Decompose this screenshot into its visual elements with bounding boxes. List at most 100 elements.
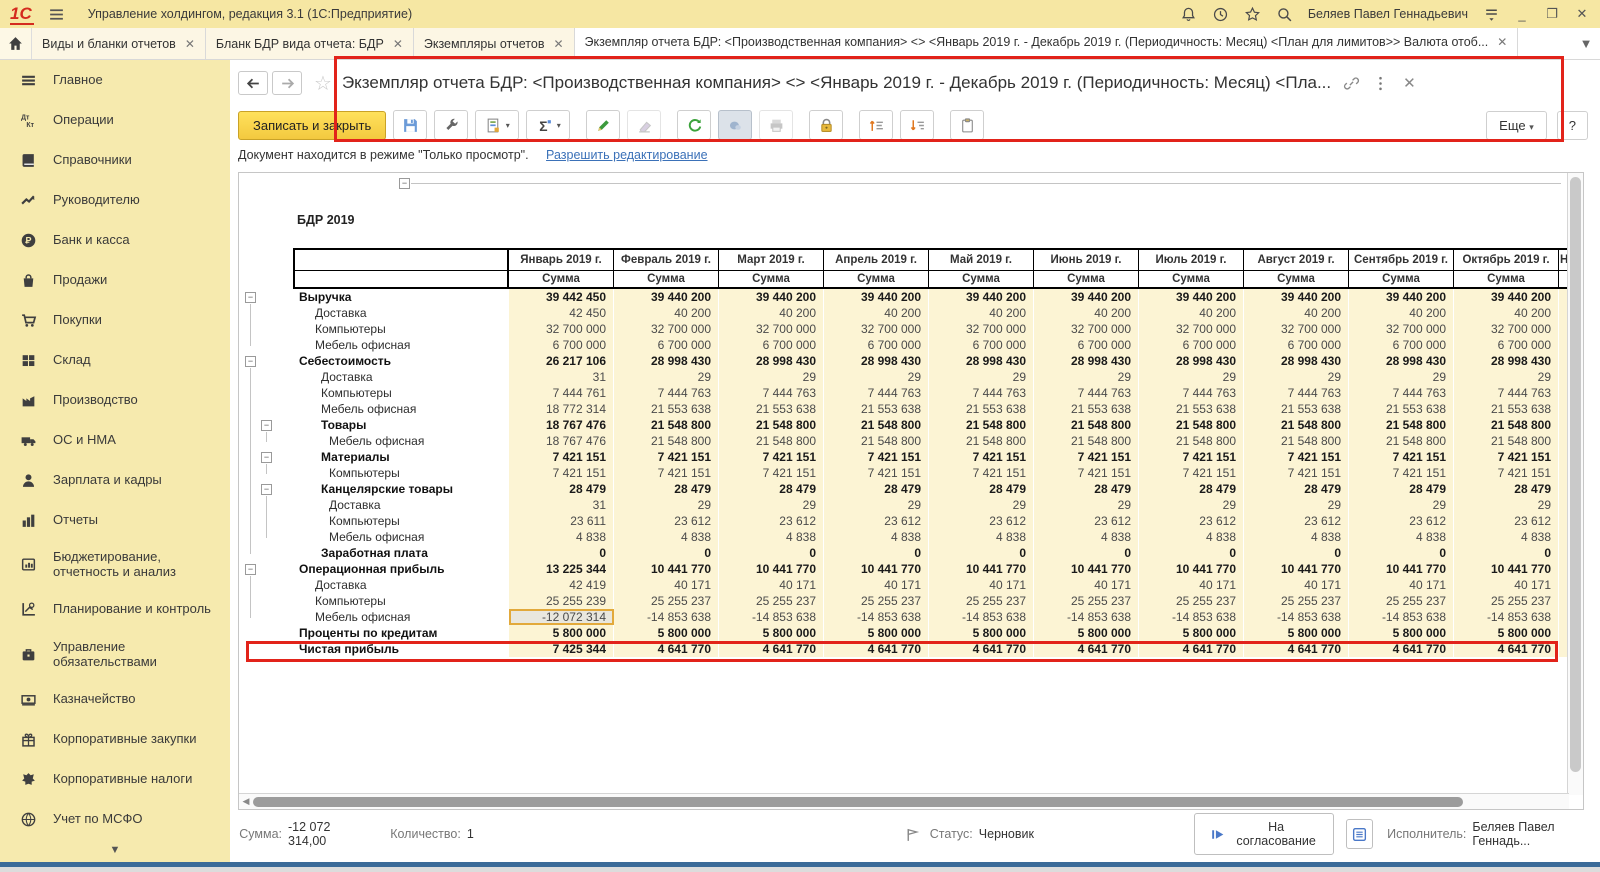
value-cell[interactable]: 7 421 151 xyxy=(509,449,614,465)
table-row[interactable]: Компьютеры23 61123 61223 61223 61223 612… xyxy=(293,513,1569,529)
value-cell[interactable]: 5 800 000 xyxy=(1349,625,1454,641)
value-cell[interactable]: 40 171 xyxy=(614,577,719,593)
value-cell[interactable]: 6 700 000 xyxy=(614,337,719,353)
value-cell[interactable]: 29 xyxy=(719,497,824,513)
more-dots-icon[interactable] xyxy=(1372,75,1389,92)
more-button[interactable]: Еще ▾ xyxy=(1486,111,1547,140)
value-cell[interactable]: -14 853 638 xyxy=(1349,609,1454,625)
value-cell[interactable]: 23 612 xyxy=(929,513,1034,529)
value-cell[interactable]: 29 xyxy=(1349,497,1454,513)
value-cell[interactable]: 4 641 770 xyxy=(824,641,929,657)
value-cell[interactable]: 7 421 151 xyxy=(1349,465,1454,481)
value-cell[interactable]: -14 853 638 xyxy=(824,609,929,625)
value-cell[interactable]: 10 441 770 xyxy=(1349,561,1454,577)
column-header-month[interactable]: Август 2019 г. xyxy=(1244,248,1349,271)
value-cell[interactable]: 40 200 xyxy=(719,305,824,321)
value-cell[interactable]: 28 479 xyxy=(1454,481,1559,497)
clear-button[interactable] xyxy=(627,110,661,140)
value-cell[interactable]: 21 548 800 xyxy=(1454,433,1559,449)
value-cell[interactable]: 29 xyxy=(1034,497,1139,513)
value-cell[interactable]: 4 838 xyxy=(1454,529,1559,545)
horizontal-scrollbar-thumb[interactable] xyxy=(253,797,1463,807)
value-cell[interactable]: 29 xyxy=(614,369,719,385)
table-row[interactable]: Компьютеры7 421 1517 421 1517 421 1517 4… xyxy=(293,465,1569,481)
value-cell[interactable]: 10 441 770 xyxy=(1034,561,1139,577)
table-row[interactable]: Мебель офисная18 767 47621 548 80021 548… xyxy=(293,433,1569,449)
document-close-icon[interactable]: ✕ xyxy=(1403,74,1430,92)
value-cell[interactable]: 29 xyxy=(719,369,824,385)
value-cell[interactable]: 10 441 770 xyxy=(614,561,719,577)
value-cell[interactable]: 40 171 xyxy=(1454,577,1559,593)
value-cell[interactable]: 39 440 200 xyxy=(614,289,719,305)
sidebar-item-главное[interactable]: Главное xyxy=(0,60,230,100)
value-cell[interactable]: 0 xyxy=(929,545,1034,561)
value-cell[interactable]: 21 548 800 xyxy=(719,417,824,433)
value-cell[interactable]: 25 255 237 xyxy=(614,593,719,609)
value-cell[interactable]: 7 421 151 xyxy=(719,449,824,465)
value-cell[interactable]: 4 838 xyxy=(509,529,614,545)
row-group-expander[interactable]: − xyxy=(261,484,272,495)
value-cell[interactable]: 6 700 000 xyxy=(1244,337,1349,353)
value-cell[interactable]: 39 440 200 xyxy=(1244,289,1349,305)
value-cell[interactable]: 28 479 xyxy=(1139,481,1244,497)
value-cell[interactable]: 10 441 770 xyxy=(929,561,1034,577)
sidebar-item-покупки[interactable]: Покупки xyxy=(0,300,230,340)
tasks-list-button[interactable] xyxy=(1346,819,1373,849)
tab-1[interactable]: Виды и бланки отчетов✕ xyxy=(32,28,206,59)
value-cell[interactable]: 40 200 xyxy=(1034,305,1139,321)
value-cell[interactable]: 25 255 239 xyxy=(509,593,614,609)
value-cell[interactable]: 23 612 xyxy=(719,513,824,529)
value-cell[interactable]: 7 444 763 xyxy=(929,385,1034,401)
value-cell[interactable]: 29 xyxy=(1139,497,1244,513)
value-cell[interactable]: 0 xyxy=(1034,545,1139,561)
value-cell[interactable]: 10 441 770 xyxy=(1244,561,1349,577)
tab-close-icon[interactable]: ✕ xyxy=(393,37,403,51)
value-cell[interactable]: 39 440 200 xyxy=(1454,289,1559,305)
value-cell[interactable]: 7 421 151 xyxy=(1244,449,1349,465)
save-and-close-button[interactable]: Записать и закрыть xyxy=(238,111,386,140)
value-cell[interactable]: 6 700 000 xyxy=(1349,337,1454,353)
value-cell[interactable]: 21 553 638 xyxy=(719,401,824,417)
value-cell[interactable]: 0 xyxy=(1349,545,1454,561)
value-cell[interactable]: 4 641 770 xyxy=(1244,641,1349,657)
value-cell[interactable]: 21 548 800 xyxy=(1349,417,1454,433)
table-row[interactable]: Компьютеры32 700 00032 700 00032 700 000… xyxy=(293,321,1569,337)
sidebar-collapse-arrow[interactable]: ▼ xyxy=(0,844,230,856)
expand-levels-button[interactable] xyxy=(900,110,934,140)
table-row[interactable]: Мебель офисная4 8384 8384 8384 8384 8384… xyxy=(293,529,1569,545)
value-cell[interactable]: 21 548 800 xyxy=(824,433,929,449)
value-cell[interactable]: 40 171 xyxy=(1244,577,1349,593)
table-row[interactable]: Себестоимость26 217 10628 998 43028 998 … xyxy=(293,353,1569,369)
value-cell[interactable]: 21 553 638 xyxy=(824,401,929,417)
window-close-button[interactable]: ✕ xyxy=(1574,6,1590,22)
value-cell[interactable]: 21 548 800 xyxy=(1034,433,1139,449)
value-cell[interactable]: 21 548 800 xyxy=(824,417,929,433)
value-cell[interactable]: 23 612 xyxy=(824,513,929,529)
value-cell[interactable]: 5 800 000 xyxy=(1139,625,1244,641)
value-cell[interactable]: 4 838 xyxy=(1349,529,1454,545)
tab-close-icon[interactable]: ✕ xyxy=(553,37,563,51)
table-row[interactable]: Заработная плата0000000000 xyxy=(293,545,1569,561)
value-cell[interactable]: 23 611 xyxy=(509,513,614,529)
home-tab-button[interactable] xyxy=(0,28,32,59)
value-cell[interactable]: 21 548 800 xyxy=(1244,433,1349,449)
value-cell[interactable]: 39 440 200 xyxy=(1139,289,1244,305)
value-cell[interactable]: 7 421 151 xyxy=(614,465,719,481)
value-cell[interactable]: 21 548 800 xyxy=(1454,417,1559,433)
value-cell[interactable]: 6 700 000 xyxy=(509,337,614,353)
value-cell[interactable]: 21 548 800 xyxy=(1244,417,1349,433)
row-group-expander[interactable]: − xyxy=(261,452,272,463)
value-cell[interactable]: 4 838 xyxy=(929,529,1034,545)
sidebar-item-производство[interactable]: Производство xyxy=(0,380,230,420)
value-cell[interactable]: 23 612 xyxy=(1139,513,1244,529)
value-cell[interactable]: 7 421 151 xyxy=(1034,449,1139,465)
value-cell[interactable]: 39 440 200 xyxy=(719,289,824,305)
value-cell[interactable]: 5 800 000 xyxy=(509,625,614,641)
value-cell[interactable]: 40 200 xyxy=(929,305,1034,321)
table-row[interactable]: Материалы7 421 1517 421 1517 421 1517 42… xyxy=(293,449,1569,465)
sidebar-item-операции[interactable]: ДтКтОперации xyxy=(0,100,230,140)
value-cell[interactable]: 32 700 000 xyxy=(719,321,824,337)
value-cell[interactable]: 29 xyxy=(1034,369,1139,385)
value-cell[interactable]: 7 444 763 xyxy=(1244,385,1349,401)
value-cell[interactable]: 39 440 200 xyxy=(1034,289,1139,305)
